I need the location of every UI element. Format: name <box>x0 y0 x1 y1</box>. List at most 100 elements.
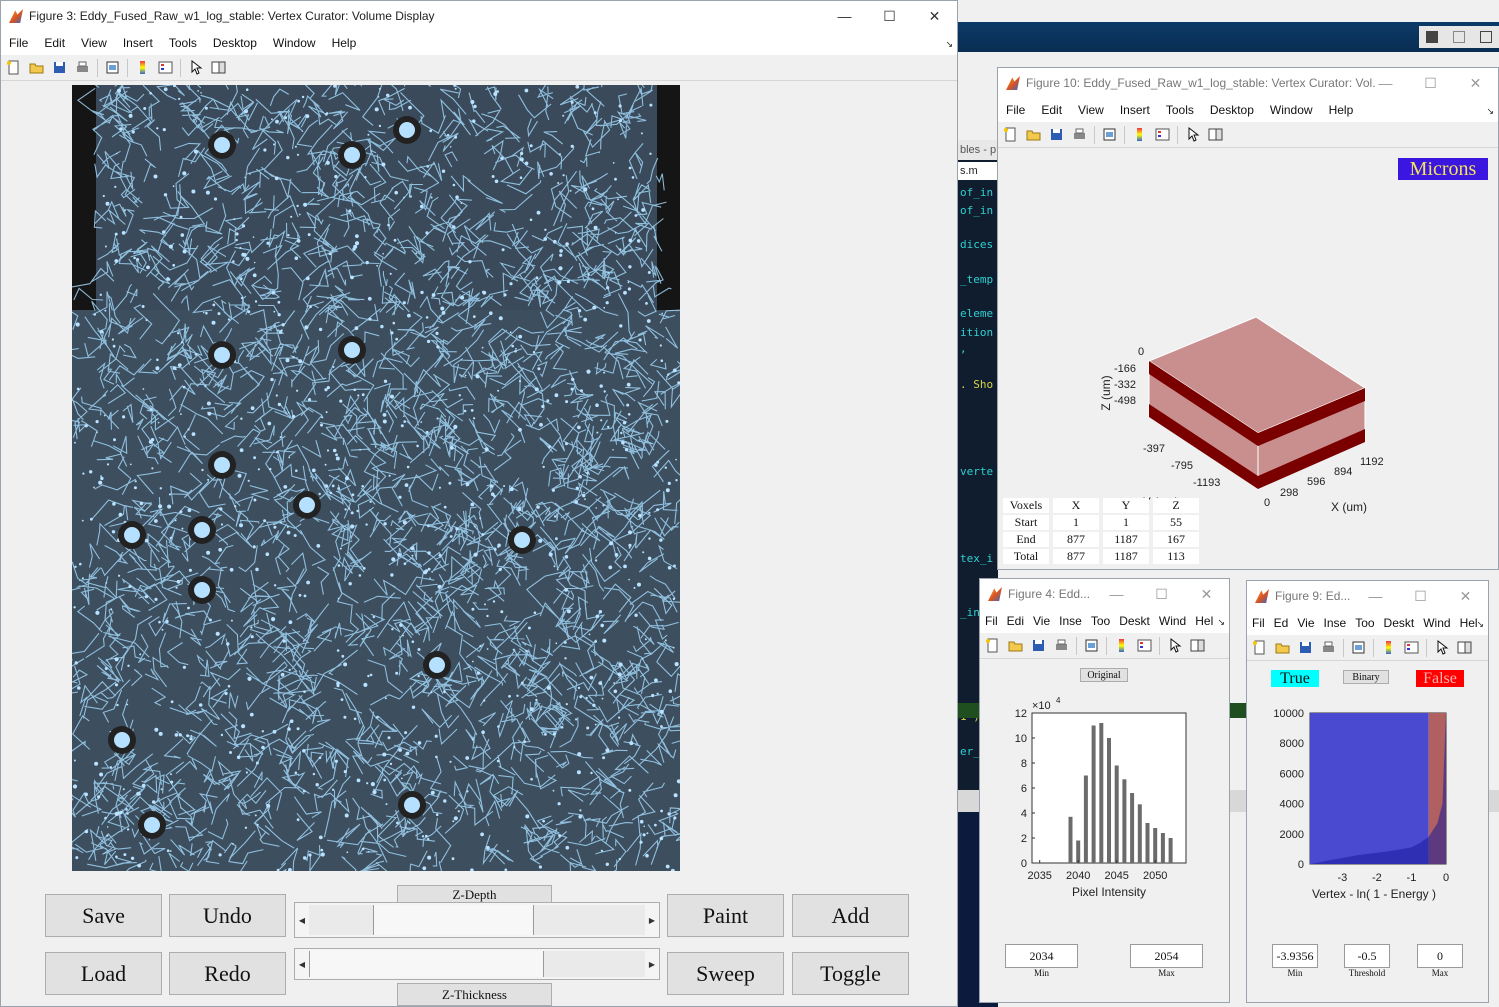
print-icon[interactable] <box>1053 637 1070 654</box>
maximize-icon[interactable]: ☐ <box>867 1 912 31</box>
dock-arrow-icon[interactable]: ↘ <box>1476 619 1484 630</box>
toggle-button[interactable]: Toggle <box>792 952 909 995</box>
dock-arrow-icon[interactable]: ↘ <box>1217 617 1225 628</box>
new-figure-icon[interactable] <box>1002 126 1019 143</box>
colorbar-icon[interactable] <box>1380 639 1397 656</box>
menu-hel[interactable]: Hel <box>1190 614 1217 628</box>
open-file-icon[interactable] <box>1025 126 1042 143</box>
link-plot-icon[interactable] <box>1083 637 1100 654</box>
link-plot-icon[interactable] <box>1101 126 1118 143</box>
legend-icon[interactable] <box>1136 637 1153 654</box>
min-intensity-input[interactable]: 2034 <box>1005 944 1078 968</box>
new-figure-icon[interactable] <box>1251 639 1268 656</box>
print-icon[interactable] <box>1071 126 1088 143</box>
close-icon[interactable]: ✕ <box>1184 579 1229 609</box>
figure9-titlebar[interactable]: Figure 9: Ed... — ☐ ✕ <box>1247 581 1488 611</box>
menu-edi[interactable]: Edi <box>1002 614 1028 628</box>
z-thickness-slider[interactable]: ◀ ▶ <box>294 948 660 980</box>
property-editor-icon[interactable] <box>1207 126 1224 143</box>
redo-button[interactable]: Redo <box>169 952 286 995</box>
save-icon[interactable] <box>1426 31 1439 43</box>
dock-arrow-icon[interactable]: ↘ <box>1486 106 1494 117</box>
menu-desktop[interactable]: Desktop <box>1202 103 1262 117</box>
menu-window[interactable]: Window <box>1262 103 1321 117</box>
menu-vie[interactable]: Vie <box>1292 616 1318 630</box>
minimize-icon[interactable]: — <box>822 1 867 31</box>
editor-tab[interactable]: bles - p <box>958 140 998 160</box>
maximize-icon[interactable]: ☐ <box>1139 579 1184 609</box>
print-icon[interactable] <box>1320 639 1337 656</box>
figure4-titlebar[interactable]: Figure 4: Edd... — ☐ ✕ <box>980 579 1229 609</box>
legend-icon[interactable] <box>1403 639 1420 656</box>
minimize-icon[interactable]: — <box>1363 68 1408 98</box>
legend-icon[interactable] <box>157 59 174 76</box>
save-icon[interactable] <box>51 59 68 76</box>
pointer-icon[interactable] <box>187 59 204 76</box>
menu-tools[interactable]: Tools <box>1158 103 1202 117</box>
menu-too[interactable]: Too <box>1350 616 1378 630</box>
menu-fil[interactable]: Fil <box>980 614 1002 628</box>
pointer-icon[interactable] <box>1184 126 1201 143</box>
menu-help[interactable]: Help <box>1321 103 1362 117</box>
slider-right-arrow-icon[interactable]: ▶ <box>645 903 659 937</box>
false-label[interactable]: False <box>1416 670 1464 687</box>
menu-desktop[interactable]: Desktop <box>205 36 265 50</box>
slider-right-arrow-icon[interactable]: ▶ <box>645 949 659 979</box>
original-button[interactable]: Original <box>1080 668 1128 682</box>
colorbar-icon[interactable] <box>1131 126 1148 143</box>
menu-view[interactable]: View <box>73 36 115 50</box>
z-thickness-track[interactable] <box>309 951 645 977</box>
copy-icon[interactable] <box>1479 31 1492 43</box>
link-plot-icon[interactable] <box>104 59 121 76</box>
save-button[interactable]: Save <box>45 894 162 937</box>
close-icon[interactable]: ✕ <box>1443 581 1488 611</box>
sweep-button[interactable]: Sweep <box>667 952 784 995</box>
menu-fil[interactable]: Fil <box>1247 616 1269 630</box>
menu-too[interactable]: Too <box>1086 614 1114 628</box>
volume-image[interactable] <box>72 85 680 871</box>
property-editor-icon[interactable] <box>1189 637 1206 654</box>
property-editor-icon[interactable] <box>1456 639 1473 656</box>
menu-ed[interactable]: Ed <box>1269 616 1293 630</box>
link-plot-icon[interactable] <box>1350 639 1367 656</box>
colorbar-icon[interactable] <box>1113 637 1130 654</box>
menu-vie[interactable]: Vie <box>1028 614 1054 628</box>
menu-inse[interactable]: Inse <box>1054 614 1086 628</box>
z-depth-thumb[interactable] <box>372 905 535 935</box>
colorbar-icon[interactable] <box>134 59 151 76</box>
menu-wind[interactable]: Wind <box>1154 614 1190 628</box>
minimize-icon[interactable]: — <box>1353 581 1398 611</box>
paint-button[interactable]: Paint <box>667 894 784 937</box>
menu-inse[interactable]: Inse <box>1319 616 1351 630</box>
load-button[interactable]: Load <box>45 952 162 995</box>
undo-button[interactable]: Undo <box>169 894 286 937</box>
open-file-icon[interactable] <box>1007 637 1024 654</box>
z-depth-track[interactable] <box>309 905 645 935</box>
minimize-icon[interactable]: — <box>1094 579 1139 609</box>
save-icon[interactable] <box>1048 126 1065 143</box>
save-icon[interactable] <box>1030 637 1047 654</box>
volume-display[interactable] <box>72 85 680 871</box>
new-figure-icon[interactable] <box>5 59 22 76</box>
min-energy-input[interactable]: -3.9356 <box>1272 944 1318 968</box>
slider-left-arrow-icon[interactable]: ◀ <box>295 903 309 937</box>
add-button[interactable]: Add <box>792 894 909 937</box>
max-energy-input[interactable]: 0 <box>1417 944 1463 968</box>
menu-file[interactable]: File <box>1 36 36 50</box>
menu-window[interactable]: Window <box>265 36 324 50</box>
print-icon[interactable] <box>74 59 91 76</box>
microns-button[interactable]: Microns <box>1398 158 1488 180</box>
binary-button[interactable]: Binary <box>1343 670 1389 684</box>
pointer-icon[interactable] <box>1433 639 1450 656</box>
new-figure-icon[interactable] <box>984 637 1001 654</box>
threshold-input[interactable]: -0.5 <box>1344 944 1390 968</box>
property-editor-icon[interactable] <box>210 59 227 76</box>
max-intensity-input[interactable]: 2054 <box>1130 944 1203 968</box>
true-label[interactable]: True <box>1271 670 1319 687</box>
menu-edit[interactable]: Edit <box>36 36 73 50</box>
legend-icon[interactable] <box>1154 126 1171 143</box>
menu-insert[interactable]: Insert <box>1112 103 1158 117</box>
menu-wind[interactable]: Wind <box>1418 616 1454 630</box>
figure10-titlebar[interactable]: Figure 10: Eddy_Fused_Raw_w1_log_stable:… <box>998 68 1498 98</box>
z-thickness-thumb[interactable] <box>309 951 545 977</box>
